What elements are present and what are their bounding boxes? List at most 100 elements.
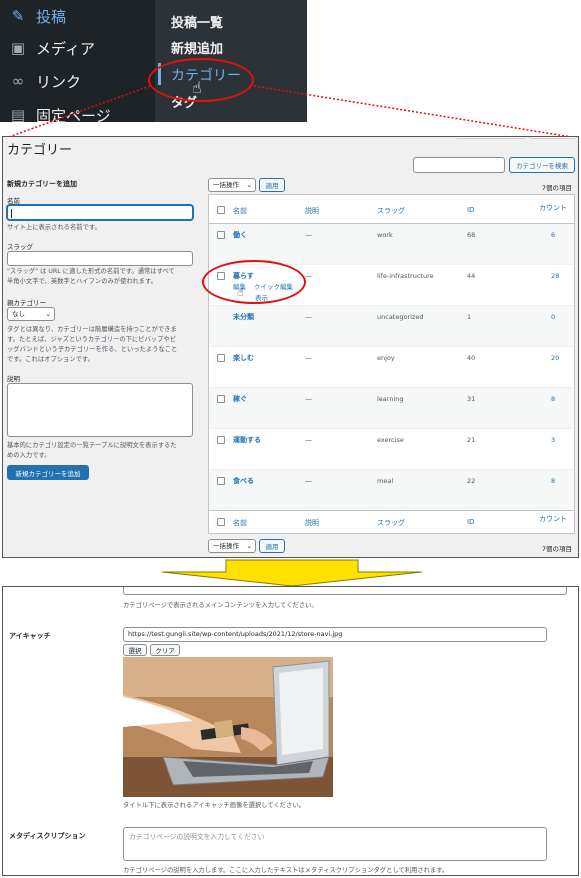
parent-hint: です。これはオプションです。	[7, 356, 94, 363]
select-image-button[interactable]: 選択	[123, 644, 147, 656]
table-row[interactable]: 未分類 — uncategorized 1 0	[209, 306, 574, 347]
column-count[interactable]: カウント	[539, 203, 567, 213]
select-all-checkbox[interactable]	[217, 518, 225, 526]
slug-input[interactable]	[7, 251, 193, 266]
category-description: —	[305, 313, 312, 321]
category-id: 31	[467, 395, 476, 403]
category-name[interactable]: 運動する	[233, 435, 261, 445]
description-hint: 基本的にカテゴリ設定の一覧テーブルに説明文を表示するた	[7, 442, 177, 449]
category-edit-screen: カテゴリページで表示されるメインコンテンツを入力してください。 アイキャッチ h…	[2, 586, 579, 876]
category-description: —	[305, 395, 312, 403]
category-id: 44	[467, 272, 476, 280]
table-row[interactable]: 食べる — meal 22 8	[209, 470, 574, 511]
column-slug[interactable]: スラッグ	[377, 518, 405, 528]
apply-button[interactable]: 適用	[259, 539, 285, 553]
apply-button[interactable]: 適用	[259, 178, 285, 192]
chevron-down-icon: ⌄	[246, 181, 252, 189]
column-name[interactable]: 名前	[233, 518, 247, 528]
bulk-action-select[interactable]: 一括操作 ⌄	[208, 178, 256, 192]
category-slug: meal	[377, 477, 394, 485]
column-id[interactable]: ID	[467, 518, 474, 526]
parent-select[interactable]: なし ⌄	[7, 307, 55, 321]
parent-label: 親カテゴリー	[7, 299, 46, 307]
category-name[interactable]: 稼ぐ	[233, 394, 247, 404]
parent-hint: す。たとえば、ジャズというカテゴリーの下にビバップやビ	[7, 336, 177, 343]
category-name[interactable]: 食べる	[233, 476, 254, 486]
content-editor[interactable]	[123, 587, 567, 595]
eyecatch-label: アイキャッチ	[9, 632, 51, 640]
category-description: —	[305, 354, 312, 362]
column-count[interactable]: カウント	[539, 514, 567, 524]
description-textarea[interactable]	[7, 383, 193, 437]
bulk-action-value: 一括操作	[213, 542, 239, 550]
category-count[interactable]: 20	[551, 354, 559, 362]
meta-description-hint: カテゴリページの説明を入力します。ここに入力したテキストはメタディスクリプション…	[123, 867, 449, 874]
select-all-checkbox[interactable]	[217, 206, 225, 214]
categories-screen: カテゴリー カテゴリーを検索 新規カテゴリーを追加 名前 サイト上に表示される名…	[2, 136, 579, 558]
slug-hint: "スラッグ" は URL に適した形式の名前です。通常はすべて	[7, 268, 175, 275]
category-count[interactable]: 8	[551, 395, 555, 403]
column-description[interactable]: 説明	[305, 206, 319, 216]
clear-image-button[interactable]: クリア	[150, 644, 180, 656]
name-input[interactable]	[7, 205, 193, 220]
category-name[interactable]: 楽しむ	[233, 353, 254, 363]
add-form-heading: 新規カテゴリーを追加	[7, 180, 77, 188]
category-count[interactable]: 28	[551, 272, 559, 280]
category-slug: learning	[377, 395, 404, 403]
search-input[interactable]	[413, 157, 505, 173]
bulk-action-select[interactable]: 一括操作 ⌄	[208, 539, 256, 553]
column-slug[interactable]: スラッグ	[377, 206, 405, 216]
name-label: 名前	[7, 197, 20, 205]
row-checkbox[interactable]	[217, 436, 225, 444]
category-count[interactable]: 3	[551, 436, 555, 444]
parent-hint: タグとは異なり、カテゴリーは階層構造を持つことができま	[7, 326, 177, 333]
row-checkbox[interactable]	[217, 354, 225, 362]
item-count: 7個の項目	[541, 545, 572, 553]
table-row[interactable]: 運動する — exercise 21 3	[209, 429, 574, 470]
help-tab[interactable]	[529, 137, 577, 139]
category-slug: exercise	[377, 436, 404, 444]
category-id: 68	[467, 231, 476, 239]
add-category-button[interactable]: 新規カテゴリーを追加	[7, 465, 89, 480]
text-caret	[11, 209, 12, 218]
chevron-down-icon: ⌄	[246, 542, 252, 550]
category-count[interactable]: 8	[551, 477, 555, 485]
description-hint: めの入力です。	[7, 452, 51, 459]
category-name[interactable]: 働く	[233, 230, 247, 240]
categories-table: 名前 説明 スラッグ ID カウント 働く — work 68 6 暮らす — …	[208, 194, 575, 534]
table-row[interactable]: 稼ぐ — learning 31 8	[209, 388, 574, 429]
column-name[interactable]: 名前	[233, 206, 247, 216]
footer-divider	[209, 510, 574, 511]
screen-options-tab[interactable]	[455, 137, 525, 139]
parent-value: なし	[12, 310, 25, 318]
search-button[interactable]: カテゴリーを検索	[509, 157, 575, 173]
column-id[interactable]: ID	[467, 206, 474, 214]
category-slug: life-infrastructure	[377, 272, 434, 280]
row-checkbox[interactable]	[217, 477, 225, 485]
category-slug: uncategorized	[377, 313, 424, 321]
table-row[interactable]: 楽しむ — enjoy 40 20	[209, 347, 574, 388]
category-description: —	[305, 477, 312, 485]
bulk-action-value: 一括操作	[213, 181, 239, 189]
category-id: 21	[467, 436, 476, 444]
row-checkbox[interactable]	[217, 231, 225, 239]
eyecatch-hint: タイトル下に表示されるアイキャッチ画像を選択してください。	[123, 802, 305, 809]
eyecatch-preview-image	[123, 657, 333, 797]
meta-description-label: メタディスクリプション	[9, 832, 86, 840]
table-row[interactable]: 働く — work 68 6	[209, 224, 574, 265]
page-title: カテゴリー	[7, 143, 73, 158]
category-description: —	[305, 272, 312, 280]
description-label: 説明	[7, 375, 20, 383]
slug-label: スラッグ	[7, 243, 33, 251]
column-description[interactable]: 説明	[305, 518, 319, 528]
chevron-down-icon: ⌄	[45, 310, 51, 318]
category-slug: enjoy	[377, 354, 395, 362]
category-count[interactable]: 0	[551, 313, 555, 321]
meta-description-textarea[interactable]: カテゴリページの説明文を入力してください	[123, 827, 547, 861]
category-count[interactable]: 6	[551, 231, 555, 239]
item-count: 7個の項目	[541, 184, 572, 192]
eyecatch-url-input[interactable]: https://test.gungii.site/wp-content/uplo…	[123, 627, 547, 642]
row-checkbox[interactable]	[217, 395, 225, 403]
down-arrow-icon	[161, 559, 423, 587]
category-name[interactable]: 未分類	[233, 312, 254, 322]
